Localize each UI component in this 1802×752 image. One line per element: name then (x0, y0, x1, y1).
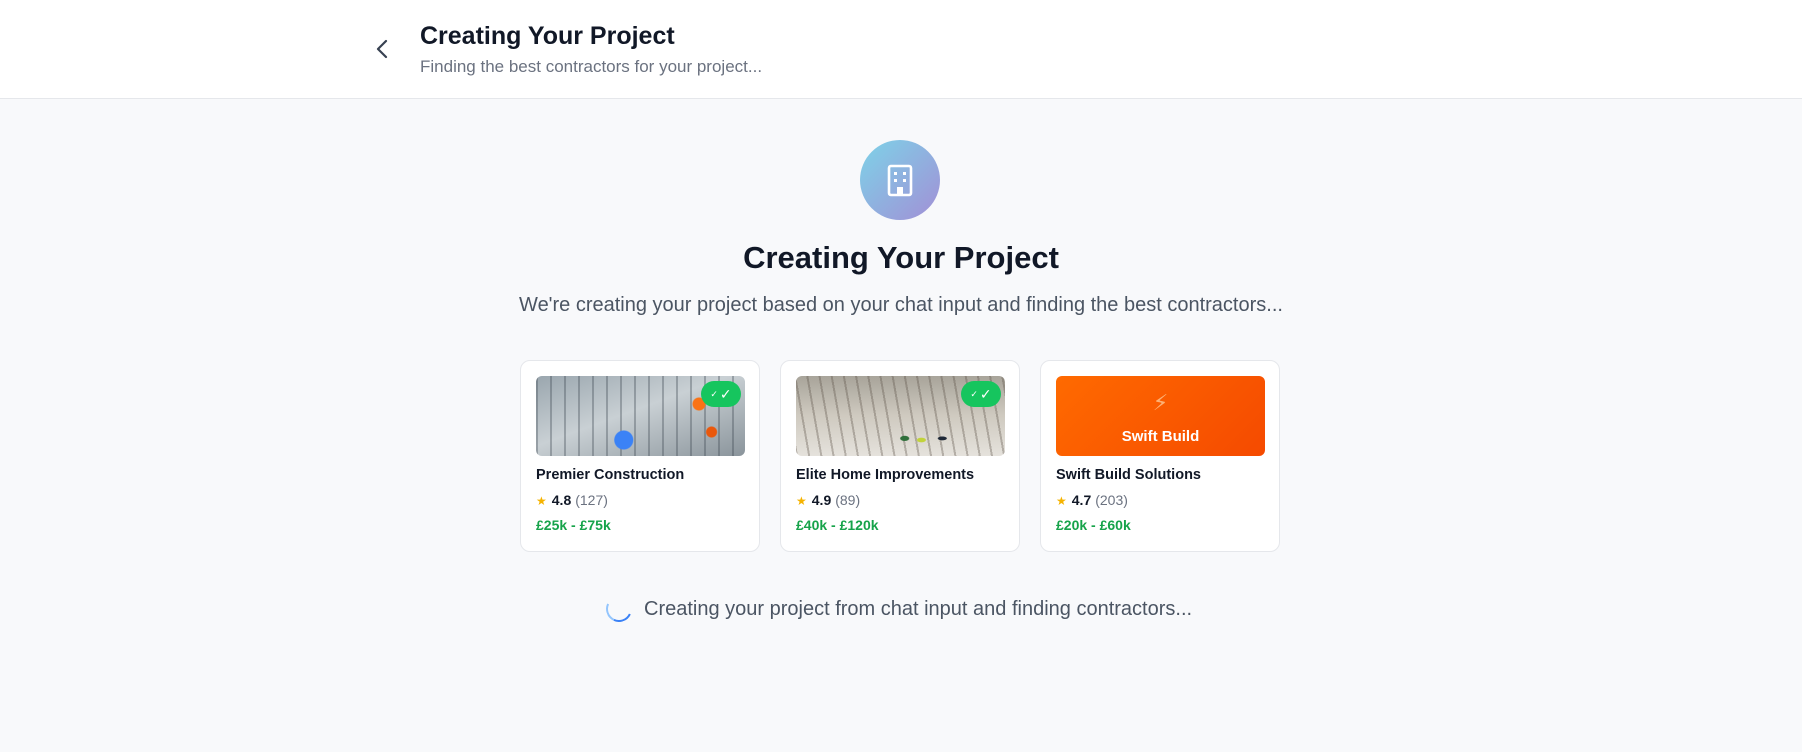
logo-text: Swift Build (1121, 428, 1200, 445)
contractor-card-elite[interactable]: ✓ ✓ Elite Home Improvements ★ 4.9 (89) £40… (780, 360, 1020, 552)
contractor-name: Elite Home Improvements (796, 467, 975, 483)
verified-badge: ✓ ✓ (961, 381, 1001, 407)
contractor-name: Premier Construction (536, 467, 685, 483)
contractor-name: Swift Build Solutions (1056, 467, 1201, 483)
contractor-card-swift[interactable]: ⚡ Swift Build Swift Build Solutions ★ 4.7… (1040, 360, 1280, 552)
star-icon: ★ (536, 494, 547, 508)
contractor-logo: ⚡ Swift Build (1056, 376, 1265, 456)
price-range: £40k - £120k (796, 517, 879, 533)
review-count: (89) (835, 492, 861, 508)
lightning-icon: ⚡ (1152, 390, 1169, 415)
building-icon (887, 164, 913, 197)
verified-badge: ✓ ✓ (701, 381, 741, 407)
rating-value: 4.7 (1071, 492, 1092, 508)
review-count: (127) (575, 492, 608, 508)
loading-status: Creating your project from chat input an… (602, 592, 1193, 626)
check-icon: ✓ (719, 385, 732, 402)
header-title: Creating Your Project (420, 22, 675, 50)
contractor-rating: ★ 4.8 (127) (536, 492, 608, 508)
spinner-icon (602, 592, 636, 626)
contractor-rating: ★ 4.7 (203) (1056, 492, 1128, 508)
back-button[interactable] (364, 34, 400, 64)
hero-icon-circle (860, 140, 940, 220)
contractor-image: ✓ ✓ (796, 376, 1005, 456)
page-header: Creating Your Project Finding the best c… (0, 0, 1802, 99)
chevron-left-icon (376, 39, 388, 59)
star-icon: ★ (796, 494, 807, 508)
check-icon-small: ✓ (710, 388, 718, 399)
contractor-image: ✓ ✓ (536, 376, 745, 456)
rating-value: 4.9 (811, 492, 832, 508)
contractor-card-premier[interactable]: ✓ ✓ Premier Construction ★ 4.8 (127) £25k … (520, 360, 760, 552)
rating-value: 4.8 (551, 492, 572, 508)
price-range: £25k - £75k (536, 517, 611, 533)
review-count: (203) (1095, 492, 1128, 508)
price-range: £20k - £60k (1056, 517, 1131, 533)
hero-title: Creating Your Project (743, 240, 1059, 275)
contractor-rating: ★ 4.9 (89) (796, 492, 860, 508)
hero-description: We're creating your project based on you… (519, 294, 1283, 316)
status-text: Creating your project from chat input an… (644, 597, 1193, 620)
star-icon: ★ (1056, 494, 1067, 508)
header-subtitle: Finding the best contractors for your pr… (420, 57, 763, 76)
check-icon-small: ✓ (970, 388, 978, 399)
check-icon: ✓ (979, 385, 992, 402)
